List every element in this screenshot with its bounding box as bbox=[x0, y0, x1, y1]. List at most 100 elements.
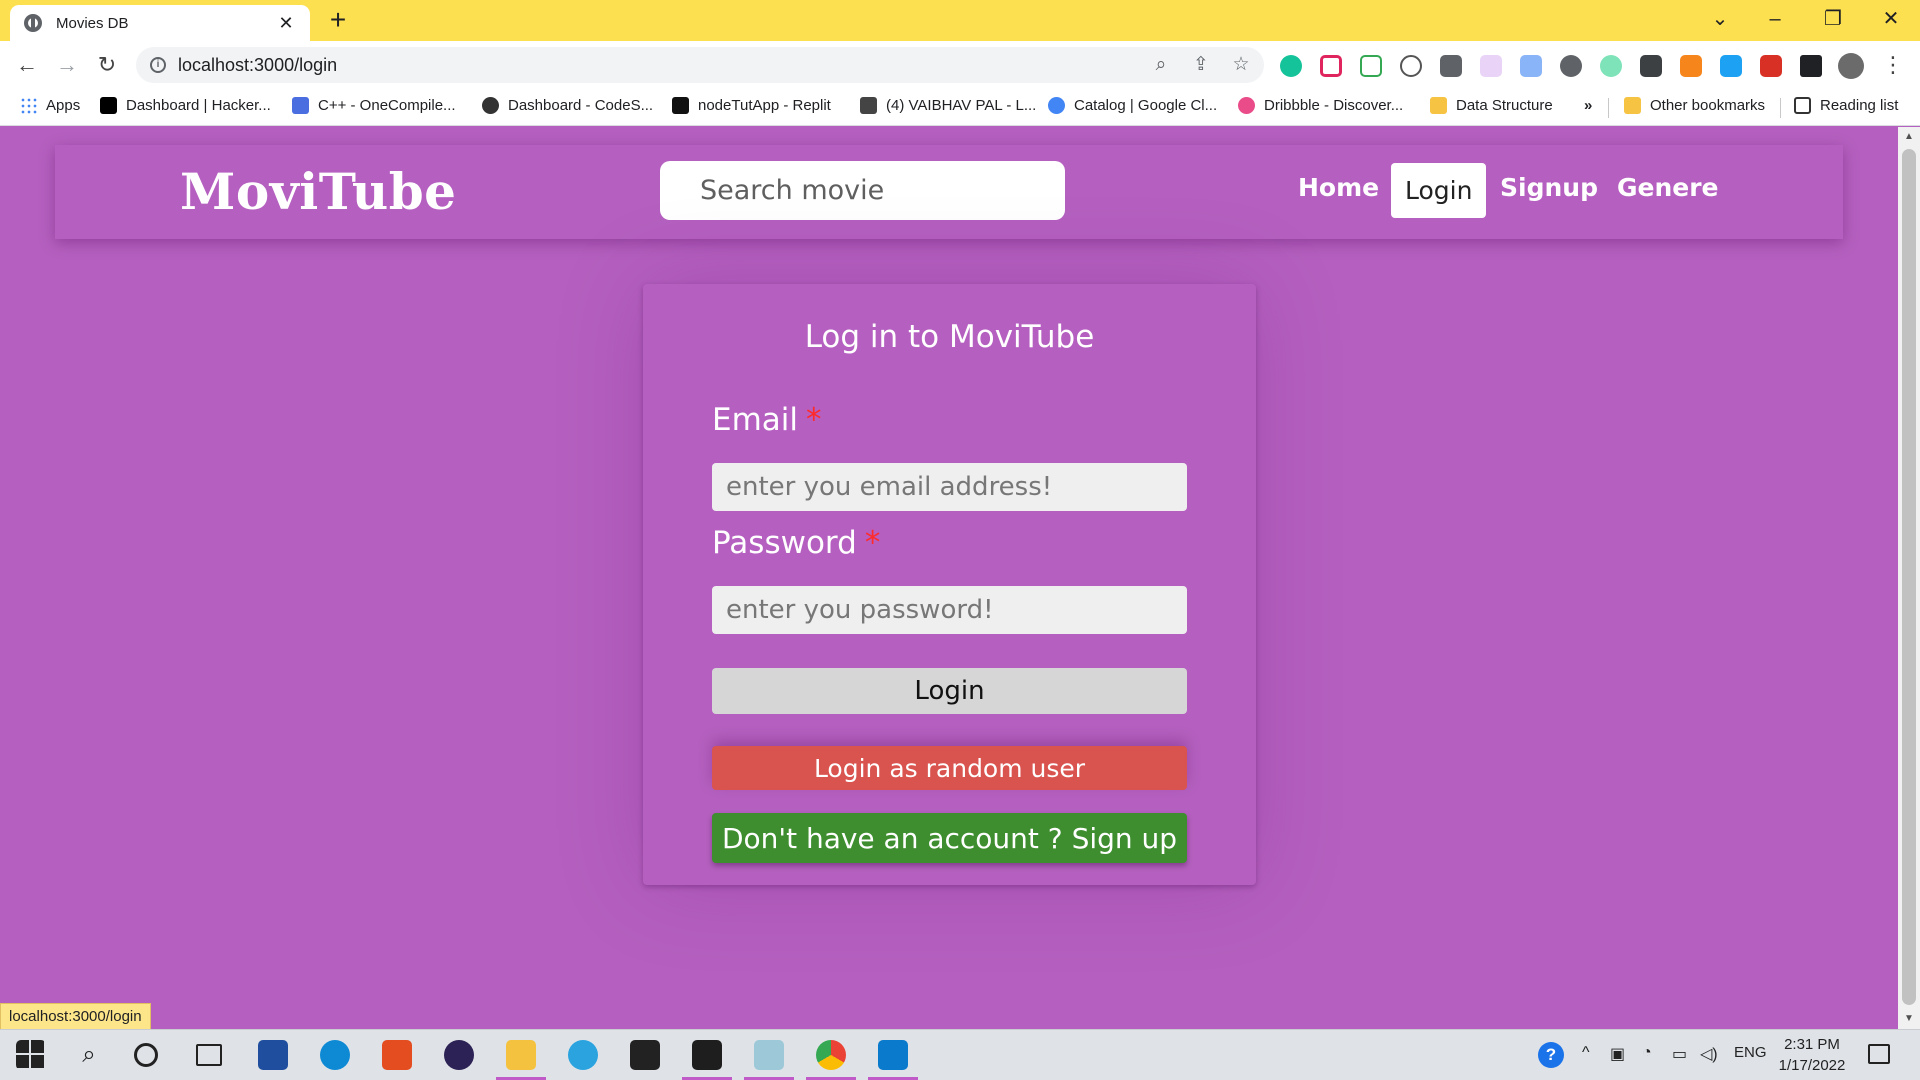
help-icon[interactable]: ? bbox=[1538, 1042, 1564, 1068]
task-view-icon[interactable] bbox=[196, 1044, 222, 1066]
reload-icon[interactable]: ↻ bbox=[92, 50, 122, 80]
bookmark-data-structure[interactable]: Data Structure bbox=[1430, 97, 1553, 114]
devtools-extension-icon[interactable] bbox=[1400, 55, 1422, 77]
window-close-button[interactable]: ✕ bbox=[1876, 4, 1906, 34]
search-icon[interactable]: ⌕ bbox=[74, 1040, 104, 1070]
login-random-user-button[interactable]: Login as random user bbox=[712, 746, 1187, 790]
scroll-thumb[interactable] bbox=[1902, 149, 1916, 1005]
chrome-icon[interactable] bbox=[816, 1040, 846, 1070]
email-label: Email * bbox=[712, 402, 822, 438]
sticky-notes-icon[interactable] bbox=[630, 1040, 660, 1070]
windows-taskbar: ⌕ ? ^ ▣ ◔ ▭ ◁) ENG 2:31 PM 1/17/2022 bbox=[0, 1029, 1920, 1080]
pen-extension-icon[interactable] bbox=[1720, 55, 1742, 77]
login-button[interactable]: Login bbox=[712, 668, 1187, 714]
notepad-icon[interactable] bbox=[754, 1040, 784, 1070]
tab-search-chevron-icon[interactable]: ⌄ bbox=[1705, 4, 1735, 34]
notes-extension-icon[interactable] bbox=[1520, 55, 1542, 77]
edge-browser-icon[interactable] bbox=[320, 1040, 350, 1070]
microsoft-store-icon[interactable] bbox=[258, 1040, 288, 1070]
leetcode-icon bbox=[860, 97, 877, 114]
grammarly-extension-icon[interactable] bbox=[1280, 55, 1302, 77]
pocket-extension-icon[interactable] bbox=[1320, 55, 1342, 77]
signup-button[interactable]: Don't have an account ? Sign up bbox=[712, 813, 1187, 863]
circle-extension-icon[interactable] bbox=[1600, 55, 1622, 77]
telegram-icon[interactable] bbox=[568, 1040, 598, 1070]
login-card: Log in to MoviTube Email* Password* Logi… bbox=[643, 284, 1256, 885]
language-indicator[interactable]: ENG bbox=[1734, 1044, 1767, 1061]
windows-start-icon[interactable] bbox=[16, 1040, 46, 1070]
vscode-icon[interactable] bbox=[878, 1040, 908, 1070]
nav-home[interactable]: Home bbox=[1298, 173, 1379, 202]
bookmark-other[interactable]: Other bookmarks bbox=[1624, 97, 1765, 114]
bookmark-hackerrank[interactable]: Dashboard | Hacker... bbox=[100, 97, 271, 114]
reading-list[interactable]: Reading list bbox=[1794, 97, 1898, 114]
restore-button[interactable]: ❐ bbox=[1818, 4, 1848, 34]
notification-center-icon[interactable] bbox=[1868, 1044, 1890, 1064]
dribbble-icon bbox=[1238, 97, 1255, 114]
brand-logo[interactable]: MoviTube bbox=[180, 162, 457, 221]
site-info-icon[interactable]: i bbox=[150, 57, 166, 73]
star-extension-icon[interactable] bbox=[1360, 55, 1382, 77]
bookmark-separator bbox=[1780, 98, 1781, 118]
tray-app-icon[interactable]: ▣ bbox=[1610, 1044, 1625, 1064]
search-input[interactable] bbox=[660, 161, 1065, 220]
new-tab-button[interactable]: + bbox=[324, 6, 352, 34]
email-field[interactable] bbox=[712, 463, 1187, 511]
extension-square-icon[interactable] bbox=[1440, 55, 1462, 77]
hackerrank-icon bbox=[100, 97, 117, 114]
eclipse-icon[interactable] bbox=[444, 1040, 474, 1070]
minimize-button[interactable]: – bbox=[1760, 4, 1790, 34]
code-icon bbox=[292, 97, 309, 114]
password-field[interactable] bbox=[712, 586, 1187, 634]
replit-extension-icon[interactable] bbox=[1560, 55, 1582, 77]
password-label: Password * bbox=[712, 525, 881, 561]
kebab-menu-icon[interactable]: ⋮ bbox=[1878, 50, 1908, 80]
video-extension-icon[interactable] bbox=[1640, 55, 1662, 77]
avatar[interactable] bbox=[1838, 53, 1864, 79]
share-icon[interactable]: ⇪ bbox=[1190, 55, 1212, 75]
scroll-down-icon[interactable]: ▼ bbox=[1898, 1009, 1920, 1029]
login-title: Log in to MoviTube bbox=[804, 319, 1095, 355]
bookmark-star-icon[interactable]: ☆ bbox=[1230, 55, 1252, 75]
office-icon[interactable] bbox=[382, 1040, 412, 1070]
close-tab-icon[interactable]: ✕ bbox=[276, 13, 296, 34]
more-bookmarks-chevron-icon[interactable]: » bbox=[1584, 97, 1592, 114]
bookmark-linkedin[interactable]: (4) VAIBHAV PAL - L... bbox=[860, 97, 1036, 114]
figma-icon[interactable] bbox=[692, 1040, 722, 1070]
tab-title: Movies DB bbox=[56, 14, 129, 32]
address-bar[interactable]: i localhost:3000/login ⌕ ⇪ ☆ bbox=[136, 47, 1264, 83]
browser-tab-active[interactable]: Movies DB ✕ bbox=[10, 5, 310, 41]
nav-genere[interactable]: Genere bbox=[1617, 173, 1719, 202]
forward-arrow-icon[interactable]: → bbox=[52, 50, 82, 80]
chevron-up-icon[interactable]: ^ bbox=[1582, 1044, 1590, 1062]
bookmark-dribbble[interactable]: Dribbble - Discover... bbox=[1238, 97, 1403, 114]
nav-signup[interactable]: Signup bbox=[1500, 173, 1598, 202]
bookmarks-bar: Apps Dashboard | Hacker... C++ - OneComp… bbox=[0, 88, 1920, 126]
page-scrollbar[interactable]: ▲ ▼ bbox=[1898, 127, 1920, 1029]
required-asterisk: * bbox=[806, 402, 822, 438]
zoom-icon[interactable]: ⌕ bbox=[1150, 55, 1172, 75]
broadcast-extension-icon[interactable] bbox=[1480, 55, 1502, 77]
cortana-icon[interactable] bbox=[134, 1043, 158, 1067]
bookmark-codestudio[interactable]: Dashboard - CodeS... bbox=[482, 97, 653, 114]
globe-icon bbox=[24, 14, 42, 32]
google-cloud-icon bbox=[1048, 97, 1065, 114]
bookmark-replit[interactable]: nodeTutApp - Replit bbox=[672, 97, 831, 114]
puzzle-extensions-icon[interactable] bbox=[1800, 55, 1822, 77]
volume-icon[interactable]: ◁) bbox=[1700, 1044, 1718, 1064]
bookmark-apps[interactable]: Apps bbox=[20, 97, 80, 114]
bookmark-onecompiler[interactable]: C++ - OneCompile... bbox=[292, 97, 456, 114]
scroll-up-icon[interactable]: ▲ bbox=[1898, 127, 1920, 147]
wifi-icon[interactable]: ◔ bbox=[1642, 1044, 1652, 1062]
nav-login[interactable]: Login bbox=[1391, 163, 1487, 218]
battery-icon[interactable]: ▭ bbox=[1672, 1044, 1687, 1064]
taskbar-clock[interactable]: 2:31 PM 1/17/2022 bbox=[1772, 1034, 1852, 1076]
game-extension-icon[interactable] bbox=[1760, 55, 1782, 77]
clock-date: 1/17/2022 bbox=[1778, 1057, 1846, 1074]
file-explorer-icon[interactable] bbox=[506, 1040, 536, 1070]
clock-time: 2:31 PM bbox=[1784, 1036, 1840, 1053]
page-content: MoviTube Home Login Signup Genere Log in… bbox=[0, 127, 1898, 1029]
metamask-extension-icon[interactable] bbox=[1680, 55, 1702, 77]
bookmark-google-cloud[interactable]: Catalog | Google Cl... bbox=[1048, 97, 1217, 114]
back-arrow-icon[interactable]: ← bbox=[12, 50, 42, 80]
